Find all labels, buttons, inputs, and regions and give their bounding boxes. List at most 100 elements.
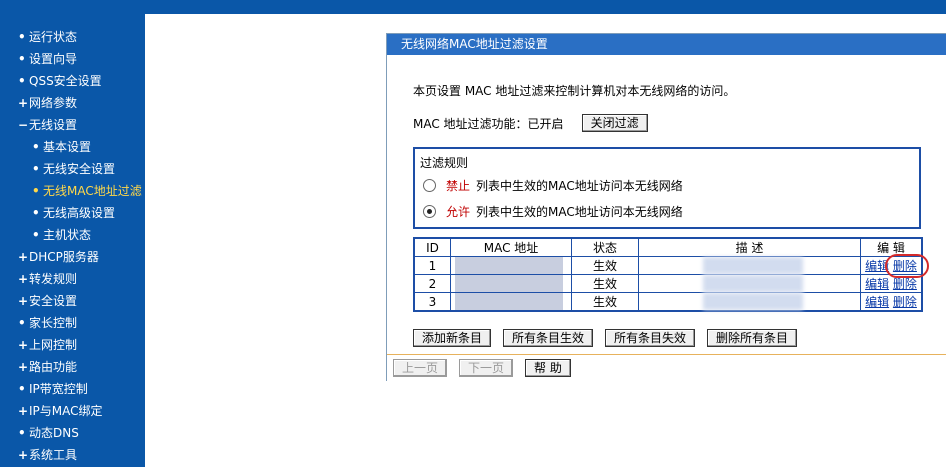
nav-marker: + bbox=[18, 404, 29, 418]
rule-text-allow: 列表中生效的MAC地址访问本无线网络 bbox=[476, 205, 683, 219]
radio-deny[interactable] bbox=[423, 179, 436, 192]
col-edit: 编 辑 bbox=[860, 237, 923, 257]
delete-all-button[interactable]: 删除所有条目 bbox=[707, 329, 798, 347]
sidebar-item-label: 主机状态 bbox=[43, 228, 92, 242]
mac-table: ID MAC 地址 状态 描 述 编 辑 1 生效 编辑 删除 2 生效 编辑 … bbox=[413, 237, 923, 312]
rule-option-allow[interactable]: 允许 列表中生效的MAC地址访问本无线网络 bbox=[423, 203, 683, 220]
sidebar-item-label: 动态DNS bbox=[29, 426, 79, 440]
nav-marker: • bbox=[18, 316, 26, 330]
rule-option-deny[interactable]: 禁止 列表中生效的MAC地址访问本无线网络 bbox=[423, 177, 683, 194]
sidebar-item-label: 安全设置 bbox=[29, 294, 78, 308]
sidebar-item-label: 转发规则 bbox=[29, 272, 78, 286]
panel-title: 无线网络MAC地址过滤设置 bbox=[387, 34, 946, 55]
desc-cell-redacted bbox=[638, 256, 861, 275]
nav-marker: • bbox=[18, 74, 26, 88]
sidebar-item-label: 无线安全设置 bbox=[43, 162, 116, 176]
sidebar-item[interactable]: • QSS安全设置 bbox=[0, 70, 145, 92]
sidebar-item-label: 基本设置 bbox=[43, 140, 92, 154]
rule-keyword-allow: 允许 bbox=[446, 205, 471, 219]
delete-link[interactable]: 删除 bbox=[893, 259, 917, 273]
sidebar-item[interactable]: • 动态DNS bbox=[0, 422, 145, 444]
nav-marker: + bbox=[18, 338, 29, 352]
sidebar-item[interactable]: • 家长控制 bbox=[0, 312, 145, 334]
row-edit-cell: 编辑 删除 bbox=[860, 256, 923, 275]
sidebar-item[interactable]: • 无线高级设置 bbox=[0, 202, 145, 224]
sidebar-item[interactable]: • IP带宽控制 bbox=[0, 378, 145, 400]
sidebar-item-label: 无线设置 bbox=[29, 118, 78, 132]
filter-status-row: MAC 地址过滤功能： 已开启 关闭过滤 bbox=[413, 114, 648, 132]
sidebar-item-label: 路由功能 bbox=[29, 360, 78, 374]
nav-marker: + bbox=[18, 448, 29, 462]
sidebar-item[interactable]: + 系统工具 bbox=[0, 444, 145, 466]
table-row: 1 生效 编辑 删除 bbox=[413, 256, 923, 275]
sidebar-item[interactable]: + 安全设置 bbox=[0, 290, 145, 312]
sidebar-item[interactable]: + 网络参数 bbox=[0, 92, 145, 114]
row-id: 3 bbox=[413, 292, 451, 312]
radio-allow[interactable] bbox=[423, 205, 436, 218]
sidebar: • 运行状态 • 设置向导 • QSS安全设置 + 网络参数 − 无线设置 • 基本设置 • 无线安全设置… bbox=[0, 0, 145, 467]
panel-footer: 上一页 下一页 帮 助 bbox=[387, 354, 946, 381]
nav-marker: • bbox=[32, 162, 40, 176]
row-id: 1 bbox=[413, 256, 451, 275]
nav-marker: • bbox=[32, 140, 40, 154]
help-button[interactable]: 帮 助 bbox=[525, 359, 571, 377]
edit-link[interactable]: 编辑 bbox=[865, 259, 889, 273]
nav-marker: • bbox=[18, 30, 26, 44]
row-status: 生效 bbox=[571, 256, 639, 275]
edit-link[interactable]: 编辑 bbox=[865, 295, 889, 309]
table-header-row: ID MAC 地址 状态 描 述 编 辑 bbox=[413, 237, 923, 257]
nav-marker: + bbox=[18, 272, 29, 286]
sidebar-item-label: DHCP服务器 bbox=[29, 250, 99, 264]
desc-cell-redacted bbox=[638, 274, 861, 293]
row-status: 生效 bbox=[571, 274, 639, 293]
sidebar-item[interactable]: • 主机状态 bbox=[0, 224, 145, 246]
sidebar-item-label: IP与MAC绑定 bbox=[29, 404, 103, 418]
row-status: 生效 bbox=[571, 292, 639, 312]
enable-all-button[interactable]: 所有条目生效 bbox=[503, 329, 594, 347]
filter-status: 已开启 bbox=[527, 116, 564, 131]
sidebar-item[interactable]: + 上网控制 bbox=[0, 334, 145, 356]
delete-link[interactable]: 删除 bbox=[893, 277, 917, 291]
filter-rules-title: 过滤规则 bbox=[420, 156, 469, 170]
nav-marker: • bbox=[32, 184, 40, 198]
sidebar-item-label: 设置向导 bbox=[29, 52, 78, 66]
filter-rules-group: 过滤规则 禁止 列表中生效的MAC地址访问本无线网络 允许 列表中生效的MAC地… bbox=[413, 147, 921, 229]
mac-cell-redacted bbox=[450, 292, 572, 312]
row-id: 2 bbox=[413, 274, 451, 293]
radio-selected-dot bbox=[427, 209, 432, 214]
sidebar-item[interactable]: + IP与MAC绑定 bbox=[0, 400, 145, 422]
sidebar-item[interactable]: + 转发规则 bbox=[0, 268, 145, 290]
sidebar-item[interactable]: + 路由功能 bbox=[0, 356, 145, 378]
sidebar-nav: • 运行状态 • 设置向导 • QSS安全设置 + 网络参数 − 无线设置 • 基本设置 • 无线安全设置… bbox=[0, 26, 145, 466]
sidebar-item-label: 无线MAC地址过滤 bbox=[43, 184, 142, 198]
table-row: 3 生效 编辑 删除 bbox=[413, 292, 923, 312]
nav-marker: − bbox=[18, 118, 29, 132]
sidebar-item[interactable]: • 运行状态 bbox=[0, 26, 145, 48]
next-page-button[interactable]: 下一页 bbox=[459, 359, 514, 377]
toggle-filter-button[interactable]: 关闭过滤 bbox=[581, 114, 648, 132]
sidebar-item-label: QSS安全设置 bbox=[29, 74, 102, 88]
sidebar-item[interactable]: − 无线设置 bbox=[0, 114, 145, 136]
nav-marker: + bbox=[18, 360, 29, 374]
row-edit-cell: 编辑 删除 bbox=[860, 292, 923, 312]
edit-link[interactable]: 编辑 bbox=[865, 277, 889, 291]
rule-keyword-deny: 禁止 bbox=[446, 179, 471, 193]
table-actions: 添加新条目 所有条目生效 所有条目失效 删除所有条目 bbox=[413, 329, 809, 347]
sidebar-item[interactable]: • 设置向导 bbox=[0, 48, 145, 70]
sidebar-item[interactable]: • 无线安全设置 bbox=[0, 158, 145, 180]
sidebar-item-label: 家长控制 bbox=[29, 316, 78, 330]
mac-cell-redacted bbox=[450, 256, 572, 275]
sidebar-item[interactable]: + DHCP服务器 bbox=[0, 246, 145, 268]
add-entry-button[interactable]: 添加新条目 bbox=[413, 329, 492, 347]
prev-page-button[interactable]: 上一页 bbox=[393, 359, 448, 377]
nav-marker: + bbox=[18, 96, 29, 110]
disable-all-button[interactable]: 所有条目失效 bbox=[605, 329, 696, 347]
sidebar-item[interactable]: • 基本设置 bbox=[0, 136, 145, 158]
row-edit-cell: 编辑 删除 bbox=[860, 274, 923, 293]
nav-marker: • bbox=[32, 206, 40, 220]
sidebar-item-label: 网络参数 bbox=[29, 96, 78, 110]
sidebar-item[interactable]: • 无线MAC地址过滤 bbox=[0, 180, 145, 202]
delete-link[interactable]: 删除 bbox=[893, 295, 917, 309]
nav-marker: • bbox=[18, 382, 26, 396]
nav-marker: • bbox=[18, 52, 26, 66]
